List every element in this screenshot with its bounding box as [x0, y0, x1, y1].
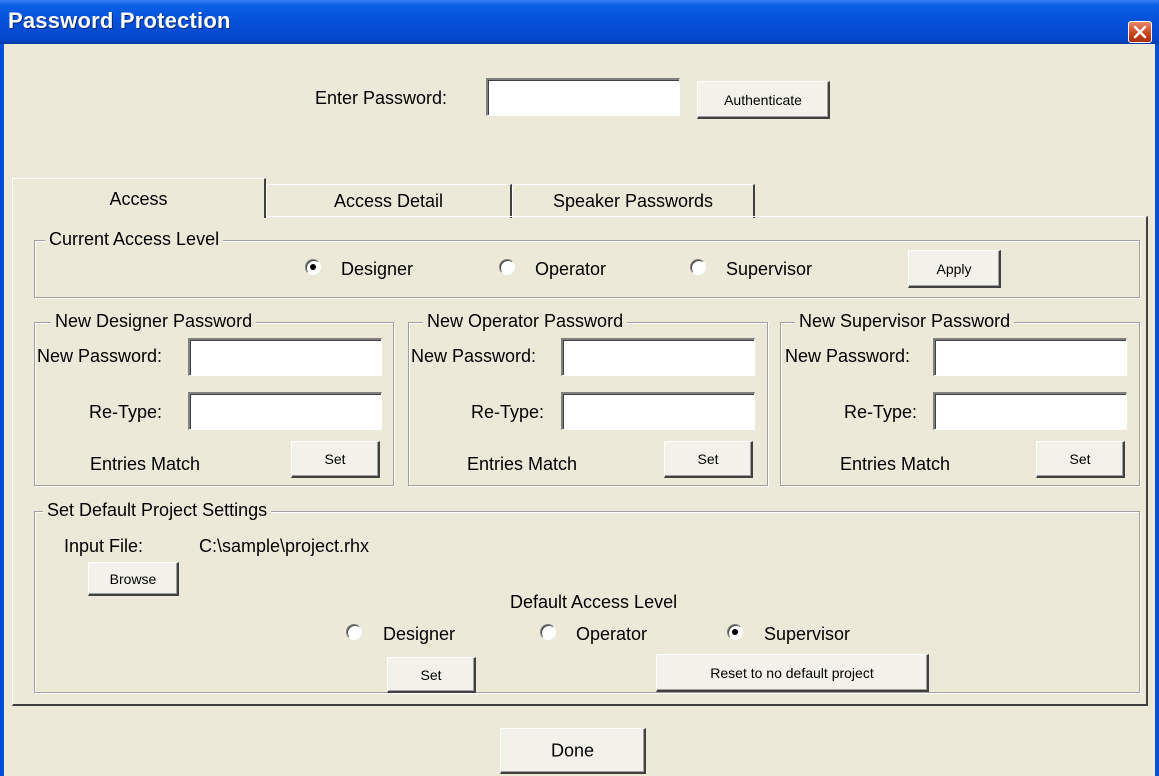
operator-set-button-label: Set	[697, 451, 719, 467]
default-project-title: Set Default Project Settings	[43, 500, 272, 521]
radio-selected-dot	[310, 264, 316, 270]
browse-button[interactable]: Browse	[88, 562, 179, 596]
authenticate-button[interactable]: Authenticate	[697, 81, 830, 119]
designer-new-password-input[interactable]	[188, 338, 382, 376]
radio-selected-dot	[732, 629, 738, 635]
close-button[interactable]	[1128, 21, 1152, 43]
default-access-supervisor-radio[interactable]	[727, 624, 743, 640]
supervisor-password-title: New Supervisor Password	[795, 311, 1015, 332]
tab-speaker-passwords-label: Speaker Passwords	[552, 191, 714, 211]
operator-entries-match-status: Entries Match	[467, 454, 578, 474]
enter-password-label: Enter Password:	[315, 88, 448, 108]
tab-access[interactable]: Access	[12, 178, 266, 218]
designer-set-button-label: Set	[324, 451, 346, 467]
enter-password-input[interactable]	[486, 78, 680, 116]
input-file-path: C:\sample\project.rhx	[199, 536, 370, 556]
designer-retype-label: Re-Type:	[89, 402, 163, 422]
default-access-supervisor-label: Supervisor	[764, 624, 851, 644]
default-access-designer-radio[interactable]	[346, 624, 362, 640]
apply-button[interactable]: Apply	[908, 250, 1001, 288]
default-access-operator-radio[interactable]	[540, 624, 556, 640]
browse-button-label: Browse	[109, 570, 157, 587]
operator-new-password-input[interactable]	[561, 338, 755, 376]
supervisor-entries-match-status: Entries Match	[840, 454, 951, 474]
close-icon	[1133, 26, 1147, 39]
reset-default-project-button[interactable]: Reset to no default project	[656, 654, 929, 692]
current-access-designer-radio[interactable]	[305, 259, 321, 275]
supervisor-retype-input[interactable]	[933, 392, 1127, 430]
tab-access-label: Access	[109, 189, 168, 209]
designer-new-password-label: New Password:	[37, 346, 163, 366]
operator-set-button[interactable]: Set	[664, 441, 753, 478]
done-button[interactable]: Done	[500, 728, 646, 774]
operator-retype-input[interactable]	[561, 392, 755, 430]
supervisor-new-password-input[interactable]	[933, 338, 1127, 376]
current-access-level-title: Current Access Level	[45, 229, 224, 250]
supervisor-set-button-label: Set	[1069, 451, 1091, 467]
operator-new-password-label: New Password:	[411, 346, 537, 366]
current-access-operator-label: Operator	[535, 259, 607, 279]
authenticate-button-label: Authenticate	[724, 91, 802, 108]
tab-access-detail-label: Access Detail	[333, 191, 444, 211]
designer-retype-input[interactable]	[188, 392, 382, 430]
designer-set-button[interactable]: Set	[291, 441, 380, 478]
current-access-operator-radio[interactable]	[499, 259, 515, 275]
tab-access-detail[interactable]: Access Detail	[266, 184, 512, 218]
operator-password-title: New Operator Password	[423, 311, 628, 332]
supervisor-new-password-label: New Password:	[785, 346, 911, 366]
default-project-set-button[interactable]: Set	[387, 657, 476, 693]
apply-button-label: Apply	[936, 260, 972, 277]
current-access-designer-label: Designer	[341, 259, 414, 279]
supervisor-set-button[interactable]: Set	[1036, 441, 1125, 478]
default-access-level-label: Default Access Level	[510, 592, 678, 612]
title-bar: Password Protection	[0, 0, 1159, 44]
reset-default-project-button-label: Reset to no default project	[710, 664, 874, 681]
default-access-operator-label: Operator	[576, 624, 648, 644]
current-access-supervisor-label: Supervisor	[726, 259, 813, 279]
operator-retype-label: Re-Type:	[471, 402, 545, 422]
done-button-label: Done	[550, 740, 595, 760]
input-file-label: Input File:	[64, 536, 144, 556]
current-access-supervisor-radio[interactable]	[690, 259, 706, 275]
tab-speaker-passwords[interactable]: Speaker Passwords	[512, 184, 755, 218]
designer-entries-match-status: Entries Match	[90, 454, 201, 474]
window-title: Password Protection	[8, 8, 231, 33]
supervisor-retype-label: Re-Type:	[844, 402, 918, 422]
designer-password-title: New Designer Password	[51, 311, 257, 332]
default-project-set-button-label: Set	[420, 666, 442, 683]
default-access-designer-label: Designer	[383, 624, 456, 644]
